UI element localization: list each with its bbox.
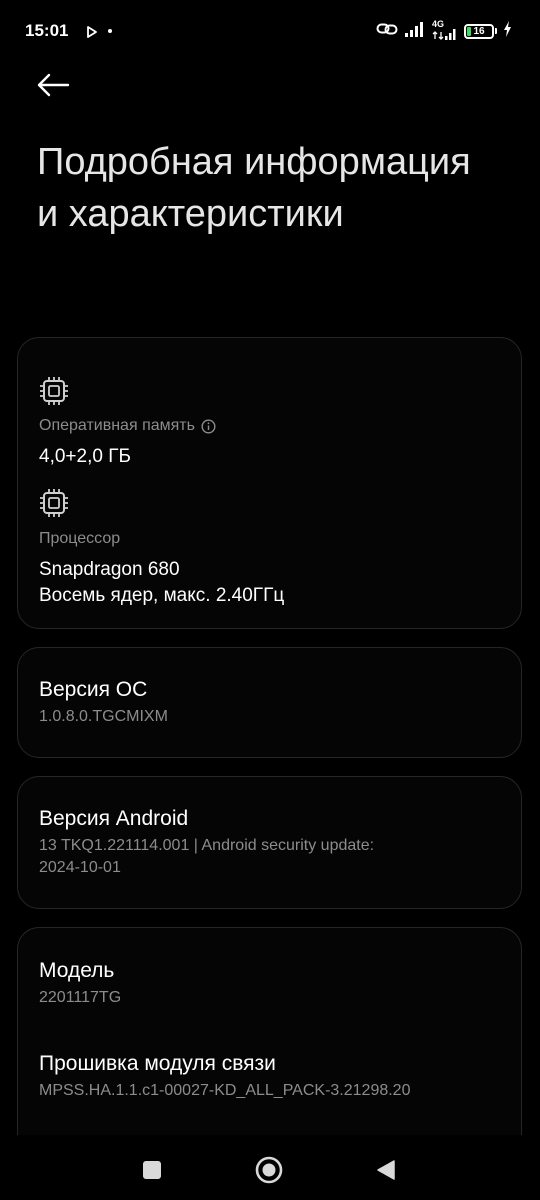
- status-icons: 4G 16: [376, 19, 512, 42]
- chip-icon: [39, 488, 69, 523]
- os-version-value: 1.0.8.0.TGCMIXM: [39, 708, 168, 725]
- cpu-item[interactable]: Процессор Snapdragon 680 Восемь ядер, ма…: [39, 528, 500, 609]
- recents-button[interactable]: [135, 1153, 169, 1187]
- battery-level: 16: [473, 25, 485, 37]
- arrow-left-icon: [37, 73, 70, 97]
- status-bar: 15:01 4G 16: [0, 0, 540, 60]
- model-value: 2201117TG: [39, 989, 122, 1006]
- ram-item[interactable]: Оперативная память 4,0+2,0 ГБ: [39, 415, 500, 470]
- os-version-title: Версия ОС: [39, 678, 148, 701]
- os-version-card[interactable]: Версия ОС 1.0.8.0.TGCMIXM: [17, 647, 522, 758]
- baseband-value: MPSS.HA.1.1.c1-00027-KD_ALL_PACK-3.21298…: [39, 1082, 411, 1099]
- model-card: Модель 2201117TG Прошивка модуля связи M…: [17, 927, 522, 1167]
- cpu-cores: Восемь ядер, макс. 2.40ГГц: [39, 585, 285, 606]
- android-version-value: 13 TKQ1.221114.001 | Android security up…: [39, 837, 375, 854]
- back-triangle-icon: [377, 1160, 395, 1180]
- android-security-date: 2024-10-01: [39, 859, 121, 876]
- navigation-bar: [0, 1135, 540, 1200]
- home-button[interactable]: [252, 1153, 286, 1187]
- home-circle-icon: [255, 1156, 283, 1184]
- chip-icon: [39, 376, 69, 411]
- status-time: 15:01: [25, 21, 69, 40]
- android-version-title: Версия Android: [39, 807, 189, 830]
- nav-back-button[interactable]: [369, 1153, 403, 1187]
- ram-value: 4,0+2,0 ГБ: [39, 446, 131, 467]
- link-icon: [376, 21, 398, 42]
- page-title: Подробная информация и характеристики: [37, 141, 471, 235]
- play-icon: [86, 25, 98, 43]
- charging-icon: [503, 20, 512, 42]
- notification-dot-icon: [108, 29, 112, 33]
- hardware-card: Оперативная память 4,0+2,0 ГБ Процессор …: [17, 337, 522, 629]
- baseband-item[interactable]: Прошивка модуля связи MPSS.HA.1.1.c1-000…: [39, 1050, 500, 1102]
- recents-square-icon: [143, 1161, 161, 1179]
- cpu-model: Snapdragon 680: [39, 559, 180, 580]
- battery-icon: 16: [464, 23, 494, 39]
- baseband-title: Прошивка модуля связи: [39, 1052, 276, 1075]
- info-icon[interactable]: [201, 418, 216, 434]
- android-version-card[interactable]: Версия Android 13 TKQ1.221114.001 | Andr…: [17, 776, 522, 909]
- network-type-label: 4G: [432, 19, 458, 41]
- back-button[interactable]: [28, 62, 78, 108]
- model-item[interactable]: Модель 2201117TG: [39, 957, 500, 1009]
- ram-label: Оперативная память: [39, 417, 195, 434]
- signal-icon: [404, 21, 426, 42]
- cpu-label: Процессор: [39, 530, 121, 547]
- model-title: Модель: [39, 959, 115, 982]
